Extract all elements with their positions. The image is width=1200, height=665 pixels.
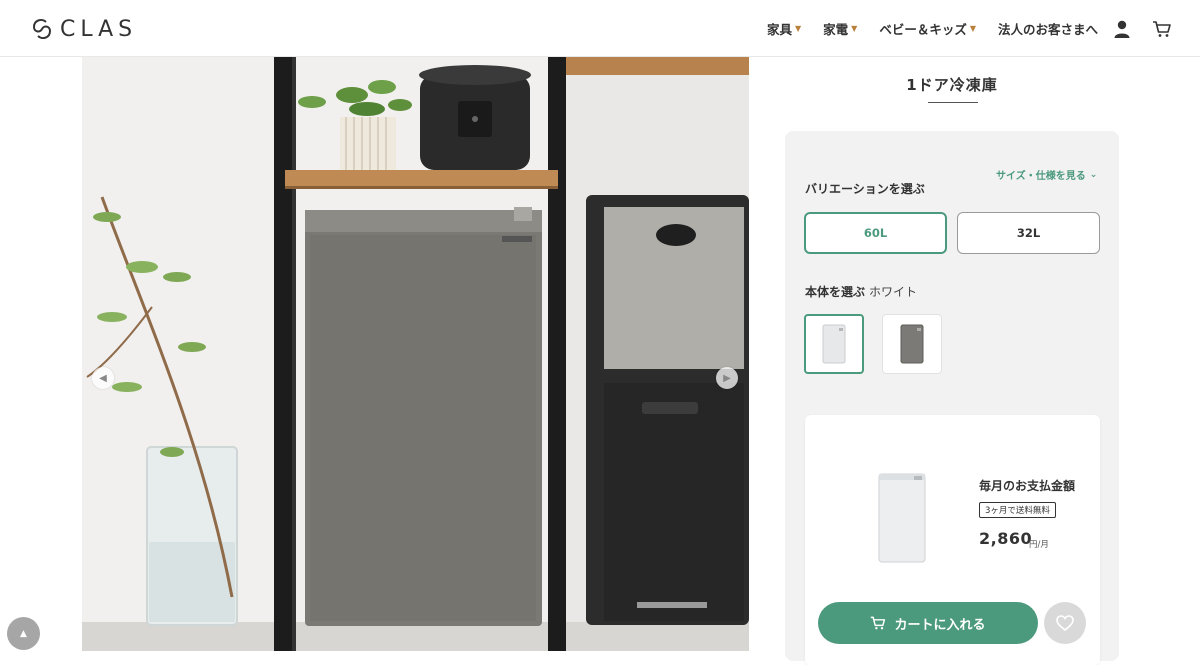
chevron-right-icon: ▶ — [723, 372, 731, 384]
caret-down-icon: ▼ — [969, 24, 976, 33]
swatch-silver[interactable] — [882, 314, 942, 374]
add-to-cart-label: カートに入れる — [894, 617, 986, 633]
freezer-white-thumbnail — [822, 324, 846, 364]
favorite-button[interactable] — [1044, 602, 1086, 644]
free-shipping-badge: 3ヶ月で送料無料 — [979, 502, 1056, 518]
spec-link-label: サイズ・仕様を見る — [996, 171, 1086, 182]
main-nav: 家具 ▼ 家電 ▼ ベビー＆キッズ ▼ 法人のお客さまへ — [767, 0, 1182, 57]
variation-option-32l[interactable]: 32L — [957, 212, 1100, 254]
cart-icon[interactable] — [1152, 19, 1172, 39]
gallery-prev-button[interactable]: ◀ — [92, 367, 114, 389]
add-to-cart-button[interactable]: カートに入れる — [818, 602, 1038, 644]
product-title: 1ドア冷凍庫 — [906, 76, 998, 94]
monthly-payment-label: 毎月のお支払金額 — [979, 479, 1076, 493]
variation-option-60l[interactable]: 60L — [804, 212, 947, 254]
caret-down-icon: ▼ — [851, 24, 858, 33]
nav-item-label: ベビー＆キッズ — [879, 22, 967, 37]
scroll-to-top-button[interactable]: ▲ — [7, 617, 40, 650]
nav-item-furniture[interactable]: 家具 ▼ — [767, 19, 801, 38]
nav-item-label: 法人のお客さまへ — [997, 22, 1098, 37]
nav-item-business[interactable]: 法人のお客さまへ — [998, 19, 1098, 38]
product-thumbnail — [878, 473, 926, 563]
gallery-next-button[interactable]: ▶ — [716, 367, 738, 389]
heart-icon — [1056, 615, 1074, 631]
cart-icon — [871, 616, 886, 630]
product-photo — [82, 57, 749, 651]
nav-item-label: 家電 — [823, 22, 849, 37]
brand-name: CLAS — [60, 16, 138, 42]
brand-logo[interactable]: CLAS — [32, 16, 137, 42]
nav-item-label: 家具 — [766, 22, 792, 37]
chevron-down-icon: ⌄ — [1089, 169, 1098, 180]
user-icon[interactable] — [1112, 19, 1132, 39]
nav-item-baby-kids[interactable]: ベビー＆キッズ ▼ — [879, 19, 976, 38]
spec-link[interactable]: サイズ・仕様を見る ⌄ — [996, 167, 1098, 183]
product-gallery[interactable] — [82, 57, 749, 651]
swatch-white[interactable] — [804, 314, 864, 374]
monthly-price: 2,860 — [979, 529, 1033, 548]
body-color-label: 本体を選ぶ — [805, 285, 866, 299]
site-header: CLAS 家具 ▼ 家電 ▼ ベビー＆キッズ ▼ 法人のお客さまへ — [0, 0, 1200, 57]
price-unit: 円/月 — [1029, 540, 1049, 550]
nav-item-appliances[interactable]: 家電 ▼ — [823, 19, 857, 38]
chevron-left-icon: ◀ — [99, 372, 107, 384]
freezer-silver-thumbnail — [900, 324, 924, 364]
caret-down-icon: ▼ — [794, 24, 802, 33]
body-color-value: ホワイト — [869, 285, 918, 299]
chevron-up-icon: ▲ — [20, 628, 27, 639]
title-underline — [928, 102, 978, 103]
variation-label: バリエーションを選ぶ — [805, 182, 925, 196]
logo-mark-icon — [32, 18, 52, 40]
